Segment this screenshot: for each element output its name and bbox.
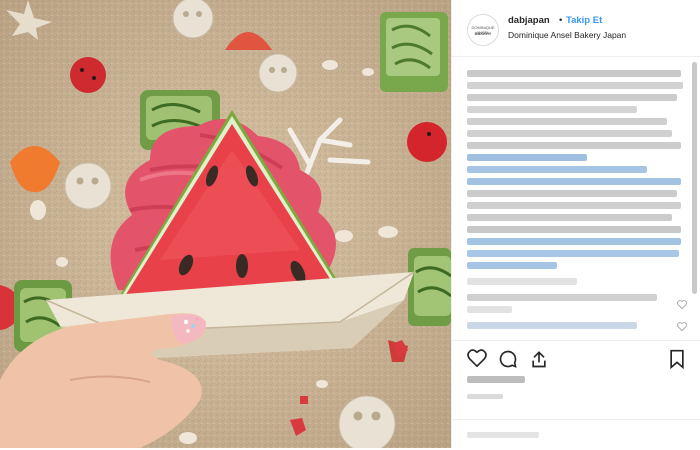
account-avatar[interactable]: DOMINIQUE ANSEL BAKERY [467, 14, 499, 46]
blurred-hashtag-line[interactable] [467, 262, 557, 269]
blurred-hashtag-line[interactable] [467, 166, 647, 173]
comment-like-heart-icon[interactable] [677, 300, 687, 309]
header-separator: • [559, 15, 563, 26]
blurred-caption-line [467, 190, 677, 197]
blurred-load-more[interactable] [467, 278, 577, 285]
blurred-comment [467, 322, 637, 329]
post-side-panel: DOMINIQUE ANSEL BAKERY dabjapan • Takip … [451, 0, 700, 448]
blurred-caption-line [467, 106, 637, 113]
blurred-hashtag-line[interactable] [467, 178, 681, 185]
blurred-caption-line [467, 202, 681, 209]
account-handle-link[interactable]: dabjapan [508, 15, 550, 26]
follow-button[interactable]: Takip Et [566, 15, 602, 26]
blurred-hashtag-line[interactable] [467, 154, 587, 161]
share-icon[interactable] [529, 349, 549, 369]
blurred-likes-count[interactable] [467, 376, 525, 383]
instagram-post-view: DOMINIQUE ANSEL BAKERY dabjapan • Takip … [0, 0, 700, 448]
blurred-comment-meta [467, 306, 512, 313]
blurred-caption-line [467, 70, 681, 77]
post-actions [452, 340, 700, 449]
blurred-hashtag-line[interactable] [467, 250, 679, 257]
location-link[interactable]: Dominique Ansel Bakery Japan [508, 30, 626, 40]
comments-scrollbar[interactable] [692, 62, 697, 294]
blurred-caption-line [467, 214, 672, 221]
blurred-post-date [467, 394, 503, 399]
blurred-caption-line [467, 142, 681, 149]
blurred-caption-line [467, 94, 677, 101]
caption-and-comments-blurred [467, 66, 691, 336]
blurred-comment-placeholder [467, 432, 539, 438]
post-photo[interactable] [0, 0, 451, 448]
heart-icon[interactable] [467, 349, 487, 367]
blurred-hashtag-line[interactable] [467, 238, 681, 245]
blurred-caption-line [467, 226, 681, 233]
post-header: DOMINIQUE ANSEL BAKERY dabjapan • Takip … [452, 0, 700, 57]
add-comment-box[interactable] [452, 419, 700, 450]
blurred-comment [467, 294, 657, 301]
blurred-caption-line [467, 82, 683, 89]
blurred-caption-line [467, 130, 672, 137]
comment-icon[interactable] [498, 349, 518, 369]
comment-like-heart-icon[interactable] [677, 322, 687, 331]
blurred-caption-line [467, 118, 667, 125]
bookmark-icon[interactable] [668, 349, 686, 369]
avatar-text-bottom: BAKERY [474, 31, 492, 36]
watermelon-dessert-photo [0, 0, 451, 448]
